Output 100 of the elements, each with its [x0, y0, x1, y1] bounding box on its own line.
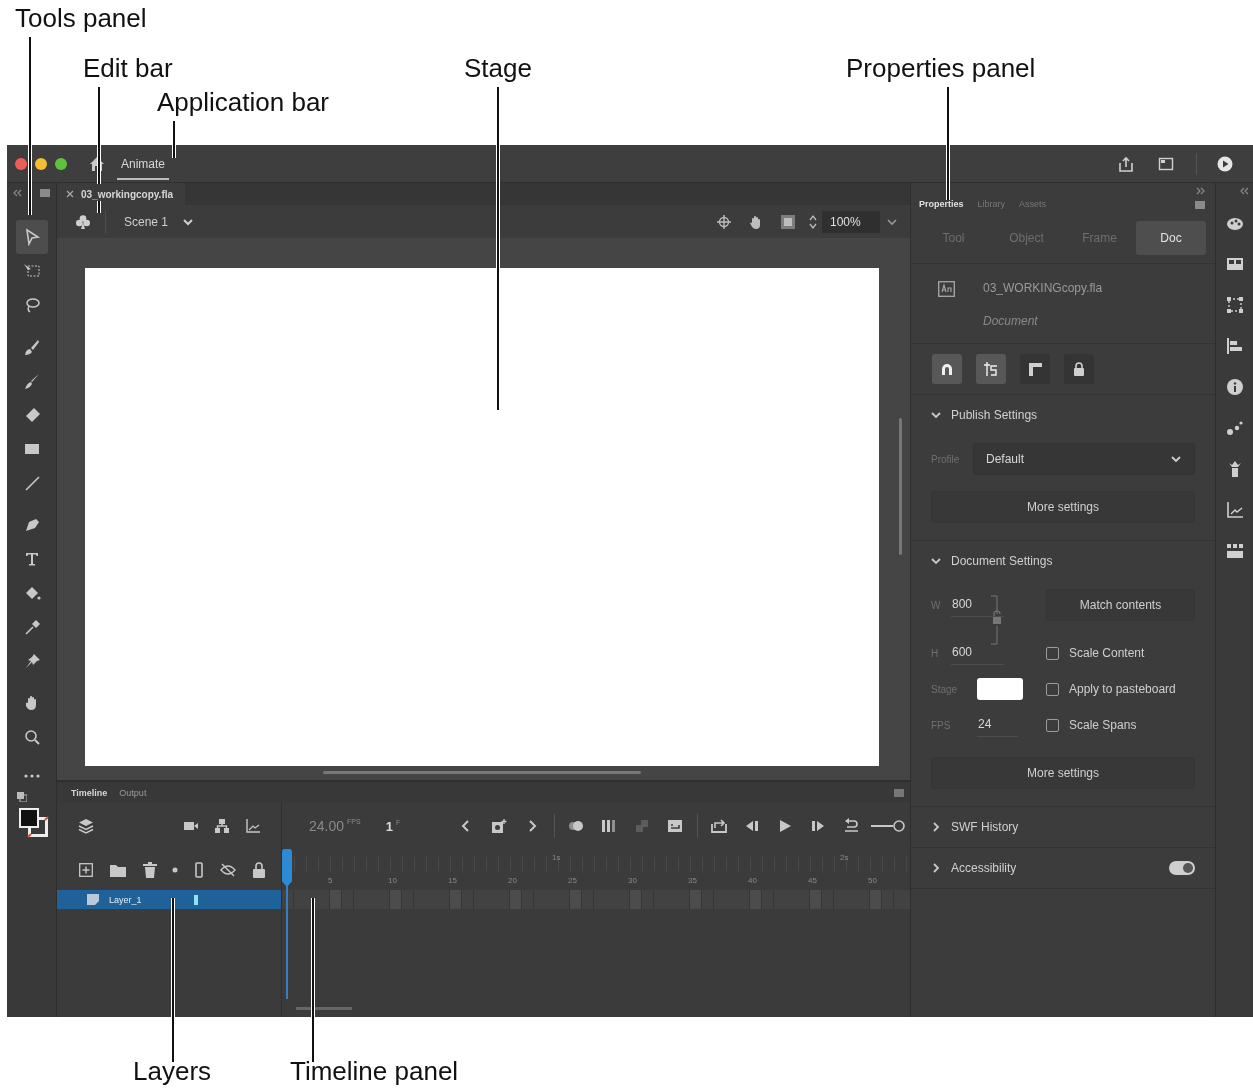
chevron-down-icon[interactable] [931, 410, 941, 420]
undo-icon[interactable] [843, 818, 860, 834]
loop-icon[interactable] [667, 818, 684, 834]
document-tab[interactable]: 03_workingcopy.fla [57, 183, 186, 205]
mode-tab[interactable]: Doc [1136, 221, 1206, 255]
zoom-icon [22, 728, 41, 746]
frame-value[interactable]: 1 [385, 818, 393, 834]
section-title[interactable]: Publish Settings [951, 408, 1038, 422]
toggle-button[interactable] [1064, 354, 1094, 384]
playhead[interactable] [282, 849, 292, 999]
collapse-icon[interactable] [13, 189, 22, 197]
hierarchy-icon[interactable] [214, 818, 230, 834]
frame-number: 5 [328, 876, 333, 885]
callout-label: Layers [133, 1056, 212, 1087]
frame-cells[interactable] [282, 890, 910, 909]
chevron-down-icon[interactable] [931, 556, 941, 566]
layers-icon[interactable] [78, 818, 94, 834]
scrollbar[interactable] [296, 1007, 352, 1010]
chevron-right-icon[interactable] [931, 863, 941, 873]
close-icon[interactable] [65, 189, 75, 199]
share-icon[interactable] [1118, 155, 1134, 172]
outline-icon[interactable] [195, 861, 203, 878]
window-control-icon[interactable] [55, 157, 67, 170]
play-icon[interactable] [1217, 155, 1233, 172]
toggle-button[interactable] [932, 354, 962, 384]
more-settings-button[interactable]: More settings [931, 757, 1195, 789]
zoom-field[interactable]: 100% [822, 210, 880, 233]
scene-name[interactable]: Scene 1 [124, 214, 169, 229]
collapse-icon[interactable] [1240, 187, 1249, 195]
panel-tab[interactable]: Timeline [65, 787, 114, 798]
tool-button[interactable] [15, 220, 48, 254]
match-contents-button[interactable]: Match contents [1046, 589, 1195, 621]
scrollbar[interactable] [899, 418, 902, 555]
stroke-fill-swatch-icon[interactable] [18, 808, 49, 838]
chevron-right-icon[interactable] [931, 822, 941, 832]
checkbox[interactable] [1046, 718, 1059, 732]
toggle-button[interactable] [976, 354, 1006, 384]
section-title[interactable]: Document Settings [951, 554, 1053, 568]
info-icon[interactable] [1225, 378, 1244, 396]
toggle-button[interactable] [1020, 354, 1050, 384]
document-file-icon [938, 281, 955, 297]
time-mark: 1s [552, 853, 561, 862]
panel-layout-icon[interactable] [1158, 155, 1174, 172]
panel-menu-icon[interactable] [894, 788, 904, 797]
components-icon[interactable] [1225, 542, 1244, 560]
highlight-dot-icon[interactable] [172, 866, 178, 873]
transform-icon[interactable] [1225, 296, 1244, 314]
edit-frames-icon[interactable] [601, 818, 618, 834]
toggle-switch[interactable] [1169, 861, 1195, 875]
onion-skin-icon[interactable] [568, 818, 585, 834]
folder-icon[interactable] [110, 862, 126, 877]
graph-icon[interactable] [245, 818, 261, 834]
keyframe-icon[interactable] [491, 818, 508, 834]
clip-icon[interactable] [780, 213, 796, 230]
window-control-icon[interactable] [15, 157, 27, 170]
frame-number: 25 [568, 876, 577, 885]
callout-label: Properties panel [846, 53, 1036, 84]
workspace-tab[interactable]: Animate [117, 151, 170, 180]
lock-icon[interactable] [253, 861, 265, 878]
window-control-icon[interactable] [35, 157, 47, 170]
frame-number: 35 [688, 876, 697, 885]
panel-tab[interactable]: Properties [919, 199, 964, 209]
library-icon[interactable] [1225, 255, 1244, 273]
checkbox-label: Scale Content [1069, 646, 1145, 660]
panel-tab[interactable]: Output [113, 787, 153, 798]
expand-icon[interactable] [1196, 187, 1205, 195]
default-colors-icon[interactable] [17, 792, 27, 802]
trash-icon[interactable] [143, 861, 157, 878]
symbol-icon[interactable] [75, 213, 91, 230]
frame-number: 15 [448, 876, 457, 885]
frame-number: 30 [628, 876, 637, 885]
step-back-icon[interactable] [744, 818, 761, 834]
layer-outline-swatch[interactable] [193, 894, 198, 905]
hidden-eye-icon[interactable] [220, 862, 236, 877]
section-title[interactable]: Accessibility [951, 861, 1017, 875]
new-layer-icon[interactable] [79, 862, 93, 877]
checkbox[interactable] [1046, 682, 1059, 696]
stage-color-swatch[interactable] [977, 678, 1023, 700]
time-mark: 2s [840, 853, 849, 862]
layer-name: Layer_1 [109, 894, 142, 905]
center-stage-icon[interactable] [716, 213, 732, 230]
more-icon[interactable] [23, 774, 40, 778]
value-field[interactable]: 24 [977, 713, 1018, 737]
section-title[interactable]: SWF History [951, 820, 1019, 834]
motion-graph-icon[interactable] [1225, 501, 1244, 519]
align-icon[interactable] [1225, 337, 1244, 355]
frame-number: 45 [808, 876, 817, 885]
free-transform-icon [22, 262, 41, 280]
export-icon[interactable] [711, 818, 728, 834]
scrollbar[interactable] [323, 771, 641, 774]
motion-dots-icon[interactable] [1225, 419, 1244, 437]
stepper-icon[interactable] [808, 213, 818, 230]
callout-label: Tools panel [15, 3, 147, 34]
checkbox[interactable] [1046, 646, 1059, 660]
zoom-slider-icon[interactable] [871, 819, 906, 833]
layer-row[interactable]: Layer_1 [57, 890, 281, 909]
value-field[interactable]: 600 [951, 641, 1004, 665]
frame-number: 10 [388, 876, 397, 885]
profile-dropdown[interactable]: Default [973, 443, 1195, 475]
more-settings-button[interactable]: More settings [931, 491, 1195, 523]
